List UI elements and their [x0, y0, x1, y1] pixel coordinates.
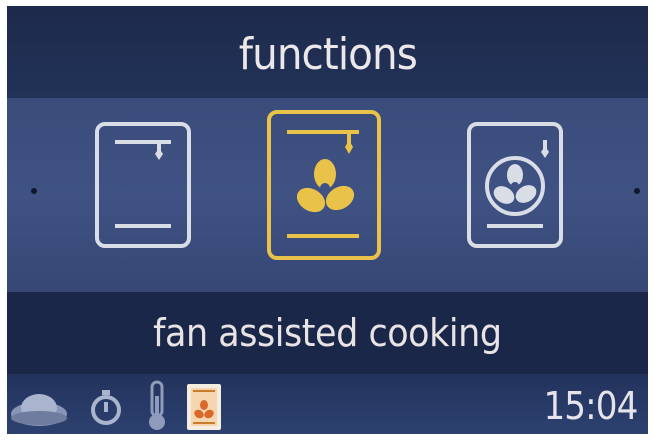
- fan-assisted-oven-icon: [287, 130, 359, 238]
- dish-icon[interactable]: [9, 384, 69, 428]
- scroll-right-indicator[interactable]: [634, 188, 640, 194]
- conventional-oven-icon: [115, 140, 171, 228]
- header: functions: [7, 6, 648, 98]
- timer-icon[interactable]: [89, 388, 123, 428]
- function-label-bar: fan assisted cooking: [7, 292, 648, 374]
- scroll-left-indicator[interactable]: [31, 188, 37, 194]
- selected-function-label: fan assisted cooking: [153, 311, 502, 355]
- function-option-fan-assisted[interactable]: [267, 110, 381, 260]
- thermometer-icon[interactable]: [145, 380, 169, 432]
- function-option-conventional[interactable]: [95, 122, 191, 248]
- function-option-fan[interactable]: [467, 122, 563, 248]
- selected-function-icon[interactable]: [187, 384, 221, 430]
- oven-display: functions fan assisted cooking 15:04: [7, 6, 648, 434]
- clock: 15:04: [543, 384, 639, 428]
- fan-oven-icon: [485, 140, 549, 228]
- page-title: functions: [238, 28, 417, 80]
- function-carousel: [7, 98, 648, 292]
- status-bar: 15:04: [7, 374, 648, 434]
